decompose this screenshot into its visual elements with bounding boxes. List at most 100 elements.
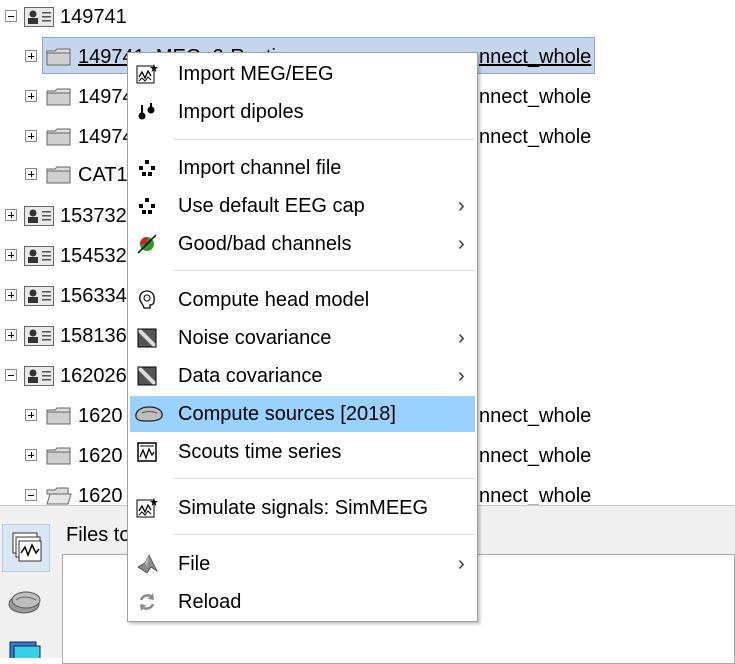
folder-icon	[46, 447, 71, 465]
tree-row-suffix: nnect_whole	[479, 445, 592, 467]
matlab-icon	[137, 554, 158, 574]
menu-item-label: Simulate signals: SimMEEG	[178, 497, 429, 519]
subject-icon	[24, 366, 54, 386]
tree-row-label: 149741	[60, 6, 127, 28]
menu-item-label: Scouts time series	[178, 441, 342, 463]
tree-row-suffix: nnect_whole	[479, 46, 592, 68]
tree-row-label: 153732	[60, 205, 127, 227]
menu-item-import-meg-eeg[interactable]: Import MEG/EEG	[130, 56, 475, 92]
folder-icon	[46, 166, 71, 184]
good-bad-channels-icon	[137, 234, 157, 254]
tree-row-suffix: nnect_whole	[479, 126, 592, 148]
menu-item-noise-covariance[interactable]: Noise covariance ›	[130, 320, 475, 356]
collapse-icon[interactable]	[5, 10, 17, 22]
menu-item-label: Compute sources [2018]	[178, 403, 396, 425]
menu-item-label: Noise covariance	[178, 327, 332, 349]
menu-item-reload[interactable]: Reload	[130, 584, 475, 620]
reload-icon	[139, 593, 155, 611]
tree-row-label: 1620	[78, 405, 123, 427]
menu-item-label: Reload	[178, 591, 242, 613]
menu-separator	[174, 534, 474, 535]
menu-item-import-dipoles[interactable]: Import dipoles	[130, 94, 475, 130]
submenu-arrow-icon: ›	[458, 195, 465, 217]
functional-data-tab[interactable]	[2, 524, 50, 572]
dipoles-icon	[138, 103, 155, 120]
context-menu: Import MEG/EEG Import dipoles Import cha…	[127, 52, 478, 622]
menu-item-compute-head-model[interactable]: Compute head model	[130, 282, 475, 318]
expand-icon[interactable]	[25, 50, 37, 62]
expand-icon[interactable]	[25, 130, 37, 142]
tree-row-label: 162026	[60, 365, 127, 387]
tree-row-label: 14974	[78, 126, 134, 148]
import-meg-icon	[136, 64, 158, 84]
anatomy-icon	[8, 591, 41, 614]
subject-icon	[24, 326, 54, 346]
submenu-arrow-icon: ›	[458, 233, 465, 255]
menu-item-file[interactable]: File ›	[130, 546, 475, 582]
folder-icon	[46, 88, 71, 106]
tree-row-suffix: nnect_whole	[479, 86, 592, 108]
side-toolbar	[0, 516, 54, 658]
eeg-cap-icon	[139, 198, 155, 214]
brain-icon	[135, 406, 163, 422]
colormap-tab[interactable]	[2, 632, 50, 658]
menu-item-compute-sources[interactable]: Compute sources [2018]	[130, 396, 475, 432]
tree-row-label: 1620	[78, 445, 123, 467]
tree-row-label: 1620	[78, 485, 123, 505]
folder-icon	[46, 48, 71, 66]
simulate-icon	[136, 498, 158, 518]
menu-item-label: Use default EEG cap	[178, 195, 365, 217]
tree-row[interactable]: 149741	[0, 0, 735, 37]
submenu-arrow-icon: ›	[458, 553, 465, 575]
expand-icon[interactable]	[25, 409, 37, 421]
collapse-icon[interactable]	[5, 369, 17, 381]
expand-icon[interactable]	[5, 209, 17, 221]
expand-icon[interactable]	[25, 449, 37, 461]
anatomy-tab[interactable]	[2, 578, 50, 626]
subject-icon	[24, 246, 54, 266]
menu-item-use-default-eeg-cap[interactable]: Use default EEG cap ›	[130, 188, 475, 224]
menu-item-scouts-time-series[interactable]: Scouts time series	[130, 434, 475, 470]
menu-item-label: Import channel file	[178, 157, 342, 179]
scouts-icon	[137, 442, 157, 462]
tree-row-label: 156334	[60, 285, 127, 307]
tree-row-label: 154532	[60, 245, 127, 267]
menu-item-label: Good/bad channels	[178, 233, 352, 255]
menu-item-label: Import MEG/EEG	[178, 63, 334, 85]
menu-separator	[174, 478, 474, 479]
menu-item-simulate-signals[interactable]: Simulate signals: SimMEEG	[130, 490, 475, 526]
colormap-icon	[9, 641, 41, 658]
channel-file-icon	[139, 160, 155, 176]
head-model-icon	[139, 290, 155, 309]
menu-item-good-bad-channels[interactable]: Good/bad channels ›	[130, 226, 475, 262]
collapse-icon[interactable]	[25, 489, 37, 501]
data-covariance-icon	[136, 365, 158, 387]
tree-row-label: 14974	[78, 86, 134, 108]
submenu-arrow-icon: ›	[458, 327, 465, 349]
menu-item-data-covariance[interactable]: Data covariance ›	[130, 358, 475, 394]
tree-row-suffix: nnect_whole	[479, 405, 592, 427]
expand-icon[interactable]	[25, 90, 37, 102]
menu-item-label: Import dipoles	[178, 101, 304, 123]
menu-item-import-channel-file[interactable]: Import channel file	[130, 150, 475, 186]
expand-icon[interactable]	[5, 329, 17, 341]
folder-icon	[46, 407, 71, 425]
expand-icon[interactable]	[25, 168, 37, 180]
tree-row-label: 158136	[60, 325, 127, 347]
subject-icon	[24, 7, 54, 27]
noise-covariance-icon	[136, 327, 158, 349]
subject-icon	[24, 206, 54, 226]
expand-icon[interactable]	[5, 249, 17, 261]
menu-item-label: Data covariance	[178, 365, 323, 387]
recordings-icon	[12, 532, 42, 562]
submenu-arrow-icon: ›	[458, 365, 465, 387]
tree-row-label: CAT1	[78, 164, 128, 186]
expand-icon[interactable]	[5, 289, 17, 301]
files-label: Files to	[66, 524, 131, 546]
menu-item-label: File	[178, 553, 211, 575]
menu-separator	[174, 139, 474, 140]
folder-icon	[46, 128, 71, 146]
menu-separator	[174, 270, 474, 271]
folder-open-icon	[46, 487, 72, 505]
menu-item-label: Compute head model	[178, 289, 370, 311]
